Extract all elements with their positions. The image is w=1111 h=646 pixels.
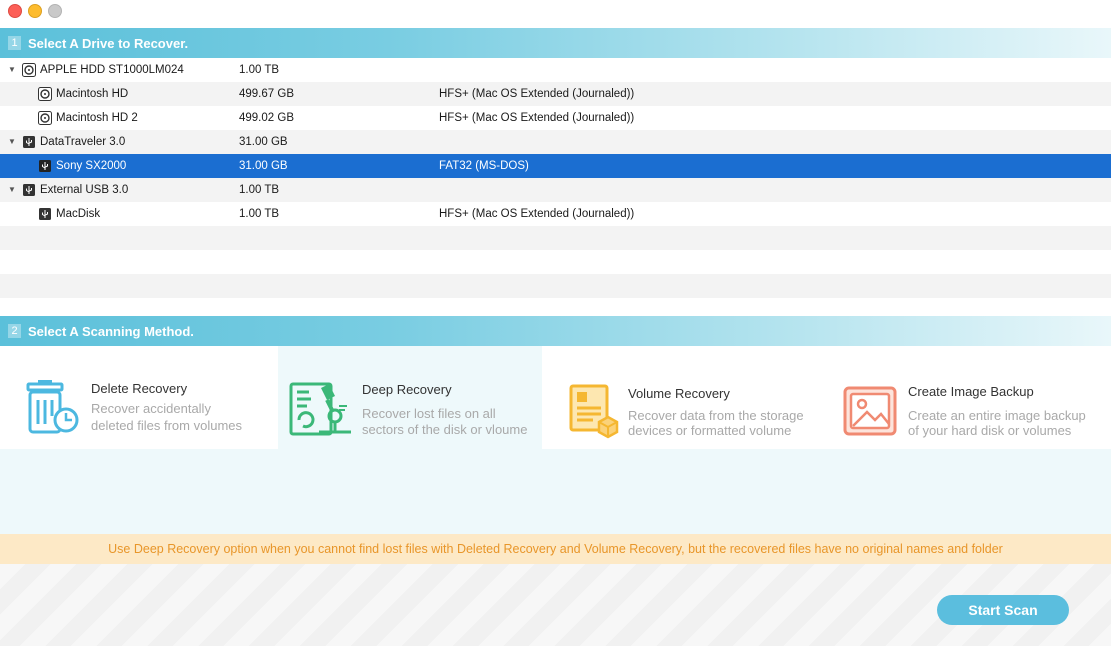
method-tip-banner: Use Deep Recovery option when you cannot… (0, 534, 1111, 564)
usb-icon (23, 184, 35, 196)
step2-title: Select A Scanning Method. (28, 324, 194, 339)
drive-row-sony-sx2000[interactable]: Sony SX2000 31.00 GB FAT32 (MS-DOS) (0, 154, 1111, 178)
step1-title: Select A Drive to Recover. (28, 36, 189, 51)
usb-icon (23, 136, 35, 148)
hard-disk-icon (38, 87, 52, 101)
drive-row-apple-hdd[interactable]: ▼ APPLE HDD ST1000LM024 1.00 TB (0, 58, 1111, 82)
drive-name: Macintosh HD 2 (56, 112, 138, 124)
drive-name: MacDisk (56, 208, 101, 220)
usb-icon (39, 208, 51, 220)
drive-row-macdisk[interactable]: MacDisk 1.00 TB HFS+ (Mac OS Extended (J… (0, 202, 1111, 226)
zoom-window-button[interactable] (48, 4, 62, 18)
drive-row-macintosh-hd[interactable]: Macintosh HD 499.67 GB HFS+ (Mac OS Exte… (0, 82, 1111, 106)
method-deep-recovery[interactable]: Deep Recovery Recover lost files on all … (278, 346, 542, 449)
drive-size: 31.00 GB (239, 136, 288, 148)
drive-size: 1.00 TB (239, 184, 280, 196)
drive-name: Sony SX2000 (56, 160, 127, 172)
hard-disk-icon (22, 63, 36, 77)
usb-icon (39, 160, 51, 172)
method-description-line2: devices or formatted volume (628, 423, 792, 438)
step1-header: 1 Select A Drive to Recover. (0, 28, 1111, 58)
method-delete-recovery[interactable]: Delete Recovery Recover accidentally del… (0, 346, 278, 449)
close-window-button[interactable] (8, 4, 22, 18)
document-box-icon (569, 384, 619, 439)
disclosure-triangle-icon[interactable]: ▼ (8, 130, 18, 154)
drive-name: APPLE HDD ST1000LM024 (40, 64, 184, 76)
method-create-image-backup[interactable]: Create Image Backup Create an entire ima… (817, 346, 1111, 449)
drive-row-datatraveler[interactable]: ▼ DataTraveler 3.0 31.00 GB (0, 130, 1111, 154)
method-description-line1: Create an entire image backup (908, 408, 1086, 423)
drive-size: 1.00 TB (239, 64, 280, 76)
method-title: Create Image Backup (908, 384, 1034, 399)
hard-disk-icon (38, 111, 52, 125)
drive-name: Macintosh HD (56, 88, 129, 100)
drive-name: DataTraveler 3.0 (40, 136, 126, 148)
method-volume-recovery[interactable]: Volume Recovery Recover data from the st… (542, 346, 817, 449)
trash-clock-icon (26, 380, 79, 434)
drive-filesystem: HFS+ (Mac OS Extended (Journaled)) (439, 88, 635, 100)
method-description-line1: Recover accidentally (91, 401, 211, 416)
drive-name: External USB 3.0 (40, 184, 129, 196)
drive-row-external-usb[interactable]: ▼ External USB 3.0 1.00 TB (0, 178, 1111, 202)
drive-size: 499.02 GB (239, 112, 294, 124)
window-titlebar (0, 0, 1111, 26)
minimize-window-button[interactable] (28, 4, 42, 18)
drive-size: 499.67 GB (239, 88, 294, 100)
method-title: Delete Recovery (91, 381, 188, 396)
microscope-document-icon (289, 382, 351, 436)
disclosure-triangle-icon[interactable]: ▼ (8, 178, 18, 202)
drive-filesystem: FAT32 (MS-DOS) (439, 160, 529, 172)
step2-header: 2 Select A Scanning Method. (0, 316, 1111, 346)
method-description-line1: Recover lost files on all (362, 406, 496, 421)
method-description-line2: of your hard disk or volumes (908, 423, 1072, 438)
method-title: Volume Recovery (628, 386, 730, 401)
drive-list: ▼ APPLE HDD ST1000LM024 1.00 TB Macintos… (0, 58, 1111, 298)
image-icon (843, 386, 897, 436)
empty-row (0, 226, 1111, 250)
method-description-line2: sectors of the disk or vloume (362, 422, 528, 437)
step2-number: 2 (8, 324, 21, 338)
empty-row (0, 274, 1111, 298)
start-scan-button[interactable]: Start Scan (937, 595, 1069, 625)
scanning-methods: Delete Recovery Recover accidentally del… (0, 346, 1111, 534)
method-title: Deep Recovery (362, 382, 452, 397)
method-description-line2: deleted files from volumes (91, 418, 243, 433)
empty-row (0, 250, 1111, 274)
method-description-line1: Recover data from the storage (628, 408, 804, 423)
drive-filesystem: HFS+ (Mac OS Extended (Journaled)) (439, 208, 635, 220)
drive-row-macintosh-hd-2[interactable]: Macintosh HD 2 499.02 GB HFS+ (Mac OS Ex… (0, 106, 1111, 130)
drive-filesystem: HFS+ (Mac OS Extended (Journaled)) (439, 112, 635, 124)
step1-number: 1 (8, 36, 21, 50)
drive-size: 1.00 TB (239, 208, 280, 220)
drive-size: 31.00 GB (239, 160, 288, 172)
disclosure-triangle-icon[interactable]: ▼ (8, 58, 18, 82)
